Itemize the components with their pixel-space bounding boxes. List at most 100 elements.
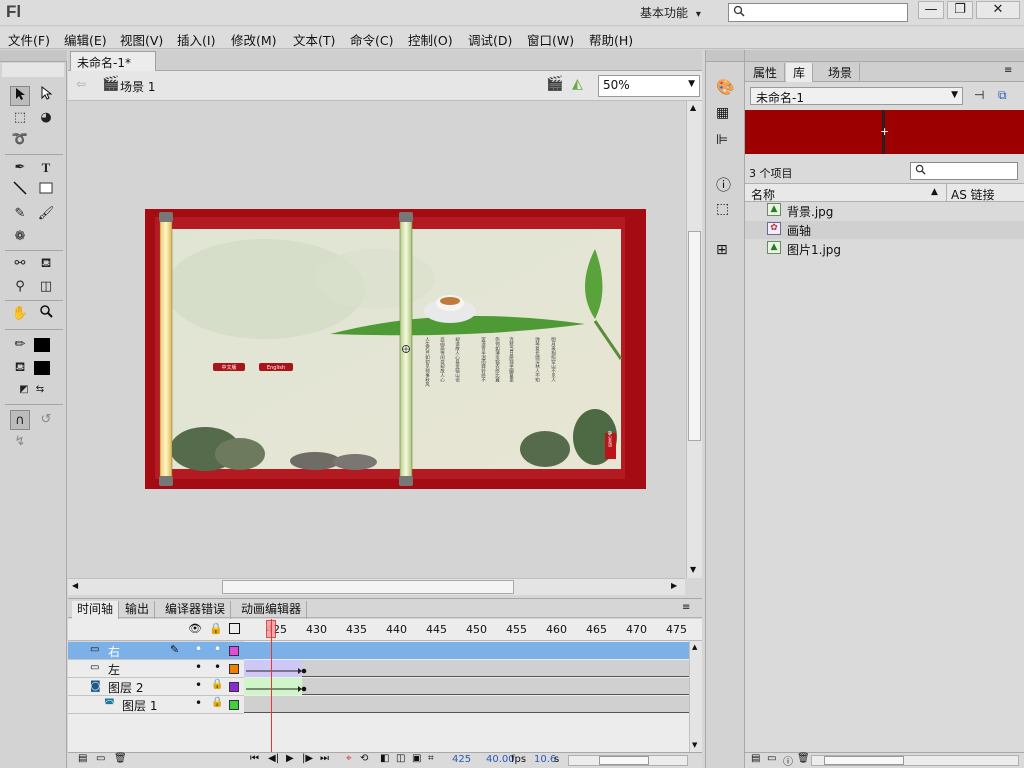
play-icon[interactable]: ▶ — [286, 753, 294, 764]
first-frame-icon[interactable]: ⏮ — [250, 753, 259, 764]
free-transform-tool-icon[interactable]: ⬚ — [10, 108, 30, 128]
next-frame-icon[interactable]: |▶ — [302, 753, 313, 764]
horizontal-scroll-thumb[interactable] — [222, 580, 514, 594]
center-frame-icon[interactable]: ⌖ — [346, 753, 352, 764]
brush-tool-icon[interactable]: 🖌 — [36, 204, 56, 224]
eyedropper-tool-icon[interactable]: ⚲ — [10, 277, 30, 297]
new-folder-icon[interactable]: ▭ — [767, 753, 776, 764]
sort-ascending-icon[interactable]: ▲ — [931, 187, 938, 197]
library-horizontal-scrollbar[interactable] — [811, 755, 1019, 766]
components-panel-icon[interactable]: ⊞ — [716, 242, 728, 258]
timeline-horizontal-scrollbar[interactable] — [568, 755, 688, 766]
menu-insert[interactable]: 插入(I) — [177, 30, 215, 49]
scroll-down-arrow-icon[interactable]: ▼ — [692, 741, 697, 749]
pen-tool-icon[interactable]: ✒ — [10, 158, 30, 178]
panel-menu-icon[interactable]: ≡ — [1004, 65, 1012, 76]
snap-to-objects-icon[interactable]: ∩ — [10, 410, 30, 430]
stage-vertical-scrollbar[interactable]: ▲ ▼ — [686, 101, 702, 578]
visibility-dot[interactable]: • — [195, 678, 202, 692]
deco-tool-icon[interactable]: ❁ — [10, 227, 30, 247]
3d-rotation-tool-icon[interactable]: ◕ — [36, 108, 56, 128]
layer-color-swatch[interactable] — [229, 682, 239, 692]
new-library-panel-icon[interactable]: ⧉ — [998, 88, 1007, 103]
frames-grid[interactable] — [244, 619, 689, 753]
last-frame-icon[interactable]: ⏭ — [320, 753, 329, 764]
zoom-tool-icon[interactable] — [36, 304, 56, 324]
new-layer-icon[interactable]: ▤ — [78, 753, 87, 764]
lock-icon[interactable]: 🔒 — [211, 679, 223, 690]
subselection-tool-icon[interactable] — [36, 85, 56, 106]
column-name-header[interactable]: 名称 — [751, 186, 775, 203]
layer-name[interactable]: 右 — [108, 643, 120, 660]
menu-file[interactable]: 文件(F) — [8, 30, 50, 49]
pin-library-icon[interactable]: ⊣ — [974, 88, 984, 102]
selection-tool-icon[interactable] — [10, 86, 30, 106]
visibility-dot[interactable]: • — [195, 642, 202, 656]
pencil-tool-icon[interactable]: ✎ — [10, 204, 30, 224]
scroll-up-arrow-icon[interactable]: ▲ — [690, 103, 696, 112]
minimize-button[interactable]: — — [918, 1, 944, 19]
fill-color-swatch[interactable] — [34, 361, 50, 375]
workspace-switcher[interactable]: 基本功能 ▾ — [640, 4, 701, 21]
layer-name[interactable]: 左 — [108, 661, 120, 678]
menu-text[interactable]: 文本(T) — [293, 30, 335, 49]
tab-output[interactable]: 输出 — [120, 601, 156, 619]
timeline-vertical-scrollbar[interactable]: ▲ ▼ — [689, 641, 702, 753]
close-button[interactable]: ✕ — [976, 1, 1020, 19]
edit-scene-icon[interactable]: 🎬 — [546, 76, 563, 92]
lock-icon[interactable]: 🔒 — [209, 622, 223, 635]
layer-name[interactable]: 图层 1 — [122, 697, 157, 714]
tab-properties[interactable]: 属性 — [746, 63, 786, 82]
vertical-scroll-thumb[interactable] — [688, 231, 701, 441]
delete-layer-icon[interactable]: 🗑 — [114, 753, 127, 764]
new-folder-icon[interactable]: ▭ — [96, 753, 105, 764]
library-scroll-thumb[interactable] — [824, 756, 904, 765]
outline-icon[interactable] — [229, 623, 240, 634]
menu-view[interactable]: 视图(V) — [120, 30, 163, 49]
eraser-tool-icon[interactable]: ◫ — [36, 277, 56, 297]
straighten-icon[interactable]: ↯ — [10, 432, 30, 452]
visibility-dot[interactable]: • — [195, 660, 202, 674]
lock-icon[interactable]: 🔒 — [211, 697, 223, 708]
line-tool-icon[interactable] — [10, 181, 30, 201]
eye-icon[interactable]: 👁 — [188, 622, 202, 635]
layer-row-layer2[interactable]: ◙ 图层 2 • 🔒 — [68, 678, 244, 696]
menu-debug[interactable]: 调试(D) — [468, 30, 512, 49]
hand-tool-icon[interactable]: ✋ — [10, 304, 30, 324]
smooth-icon[interactable]: ↺ — [36, 410, 56, 430]
lasso-tool-icon[interactable]: ➰ — [10, 130, 30, 150]
stroke-color-swatch[interactable] — [34, 338, 50, 352]
current-frame[interactable]: 425 — [452, 754, 471, 765]
text-tool-icon[interactable]: T — [36, 158, 56, 178]
swatches-panel-icon[interactable]: ▦ — [716, 105, 729, 121]
lock-dot[interactable]: • — [214, 642, 221, 656]
dock-header[interactable] — [706, 50, 744, 62]
menu-edit[interactable]: 编辑(E) — [64, 30, 107, 49]
library-document-select[interactable]: 未命名-1 ▼ — [750, 87, 963, 105]
menu-modify[interactable]: 修改(M) — [231, 30, 277, 49]
bone-tool-icon[interactable]: ⚯ — [10, 254, 30, 274]
onion-outline-icon[interactable]: ◫ — [396, 753, 405, 764]
swap-colors-icon[interactable]: ⇆ — [30, 380, 50, 400]
menu-window[interactable]: 窗口(W) — [527, 30, 574, 49]
library-item[interactable]: ▲ 图片1.jpg — [745, 240, 1024, 258]
restore-button[interactable]: ❐ — [947, 1, 973, 19]
info-panel-icon[interactable]: ⓘ — [716, 174, 731, 195]
layer-color-swatch[interactable] — [229, 646, 239, 656]
scroll-down-arrow-icon[interactable]: ▼ — [690, 565, 696, 574]
library-item[interactable]: ▲ 背景.jpg — [745, 202, 1024, 220]
color-panel-icon[interactable]: 🎨 — [716, 78, 735, 96]
stage-horizontal-scrollbar[interactable]: ◀ ▶ — [68, 578, 685, 595]
onion-skin-icon[interactable]: ◧ — [380, 753, 389, 764]
lock-dot[interactable]: • — [214, 660, 221, 674]
frame-ruler[interactable]: 425 430 435 440 445 450 455 460 465 470 475 — [244, 619, 689, 641]
stage[interactable]: 中文版 English 人生若只如初见何事秋风 悲画扇等闲变却故人心 却道故人心易变… — [145, 209, 646, 489]
edit-multiple-frames-icon[interactable]: ▣ — [412, 753, 421, 764]
edit-symbols-icon[interactable]: ◭ — [572, 76, 583, 92]
paint-bucket-tool-icon[interactable]: ⛾ — [36, 254, 56, 274]
library-item-selected[interactable]: ✿ 画轴 — [745, 221, 1024, 239]
panel-header[interactable] — [745, 50, 1024, 62]
tab-motion-editor[interactable]: 动画编辑器 — [236, 601, 308, 619]
zoom-select[interactable]: 50% ▼ — [598, 75, 700, 97]
scroll-up-arrow-icon[interactable]: ▲ — [692, 643, 697, 651]
